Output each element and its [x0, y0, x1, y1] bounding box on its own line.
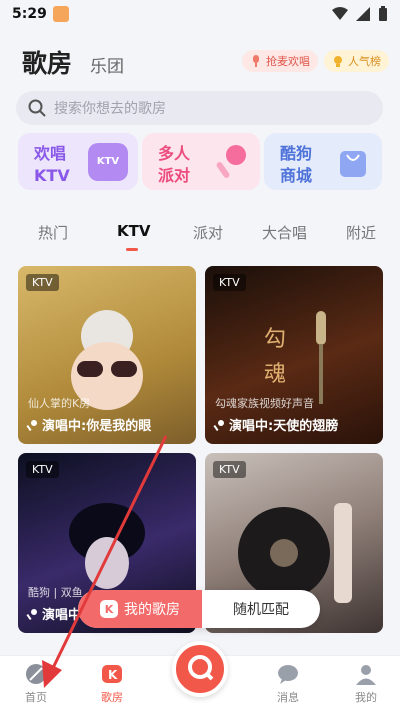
home-icon — [26, 664, 46, 684]
status-time: 5:29 — [12, 6, 47, 22]
now-playing: 演唱中:天使的翅膀 — [213, 415, 338, 434]
search-placeholder: 搜索你想去的歌房 — [54, 101, 166, 117]
status-bar: 5:29 — [0, 0, 400, 28]
battery-icon — [379, 6, 387, 21]
tab-hot[interactable]: 热门 — [38, 222, 68, 243]
room-type-badge: KTV — [213, 274, 246, 291]
svg-text:K: K — [108, 668, 118, 682]
microphone-icon — [210, 143, 250, 181]
nav-message[interactable]: 消息 — [258, 662, 318, 705]
party-entry[interactable]: 多人 派对 — [142, 133, 260, 190]
band-tab[interactable]: 乐团 — [90, 52, 124, 77]
random-match-button[interactable]: 随机匹配 — [202, 590, 320, 628]
kroom-icon: K — [102, 665, 122, 683]
grab-mic-button[interactable]: 抢麦欢唱 — [242, 50, 318, 72]
now-playing-text: 演唱中:天使的翅膀 — [229, 419, 339, 434]
signal-icon — [356, 7, 370, 21]
svg-text:勾: 勾 — [264, 327, 286, 352]
mic-icon — [253, 55, 259, 67]
grab-mic-label: 抢麦欢唱 — [266, 55, 310, 68]
tab-party[interactable]: 派对 — [193, 222, 223, 243]
page-title: 歌房 — [22, 49, 73, 78]
random-match-label: 随机匹配 — [233, 602, 289, 618]
my-room-button[interactable]: K 我的歌房 — [78, 590, 202, 628]
room-type-badge: KTV — [213, 461, 246, 478]
my-room-label: 我的歌房 — [124, 602, 180, 618]
room-card[interactable]: 勾 魂 KTV 勾魂家族视频好声音 演唱中:天使的翅膀 — [205, 266, 383, 444]
tab-chorus[interactable]: 大合唱 — [262, 222, 307, 243]
nav-profile[interactable]: 我的 — [336, 662, 396, 705]
page-header: 歌房 乐团 抢麦欢唱 人气榜 — [0, 40, 400, 84]
tab-ktv[interactable]: KTV — [117, 222, 150, 240]
status-icons — [332, 6, 388, 22]
tab-indicator — [126, 248, 138, 251]
trophy-icon — [334, 56, 342, 67]
svg-text:魂: 魂 — [264, 362, 286, 387]
room-card[interactable]: KTV 仙人掌的K房 演唱中:你是我的眼 — [18, 266, 196, 444]
message-icon — [278, 665, 298, 684]
nav-kroom[interactable]: K 歌房 — [82, 662, 142, 705]
nav-message-label: 消息 — [277, 691, 299, 704]
room-cover-image — [238, 503, 352, 603]
nav-profile-label: 我的 — [355, 691, 377, 704]
wifi-icon — [332, 7, 348, 20]
nav-home-label: 首页 — [25, 691, 47, 704]
popular-ranking-button[interactable]: 人气榜 — [324, 50, 389, 72]
search-input[interactable]: 搜索你想去的歌房 — [16, 91, 383, 125]
room-type-badge: KTV — [26, 274, 59, 291]
search-fab-button[interactable] — [172, 641, 228, 697]
mic-icon — [213, 419, 224, 431]
mic-icon — [26, 419, 37, 431]
nav-home[interactable]: 首页 — [6, 662, 66, 705]
profile-icon — [356, 665, 376, 685]
notification-app-icon — [52, 6, 69, 22]
search-icon — [188, 655, 214, 681]
floating-action-bar: K 我的歌房 随机匹配 — [78, 590, 320, 628]
k-logo-icon: K — [100, 600, 118, 618]
mall-entry[interactable]: 酷狗 商城 — [264, 133, 382, 190]
room-owner: 勾魂家族视频好声音 — [215, 397, 314, 410]
popular-ranking-label: 人气榜 — [348, 55, 381, 68]
tv-icon: KTV — [88, 143, 128, 181]
shopping-bag-icon — [332, 143, 372, 181]
room-type-badge: KTV — [26, 461, 59, 478]
now-playing-text: 演唱中:你是我的眼 — [42, 419, 152, 434]
mic-icon — [26, 608, 37, 620]
search-icon — [28, 99, 46, 117]
room-owner: 仙人掌的K房 — [28, 397, 91, 410]
room-owner: 酷狗 | 双鱼 — [28, 586, 83, 599]
now-playing: 演唱中:你是我的眼 — [26, 415, 151, 434]
ktv-entry[interactable]: 欢唱 KTV KTV — [18, 133, 138, 190]
nav-kroom-label: 歌房 — [101, 691, 123, 704]
tab-nearby[interactable]: 附近 — [346, 222, 376, 243]
category-tabs: 热门 KTV 派对 大合唱 附近 — [0, 222, 400, 252]
